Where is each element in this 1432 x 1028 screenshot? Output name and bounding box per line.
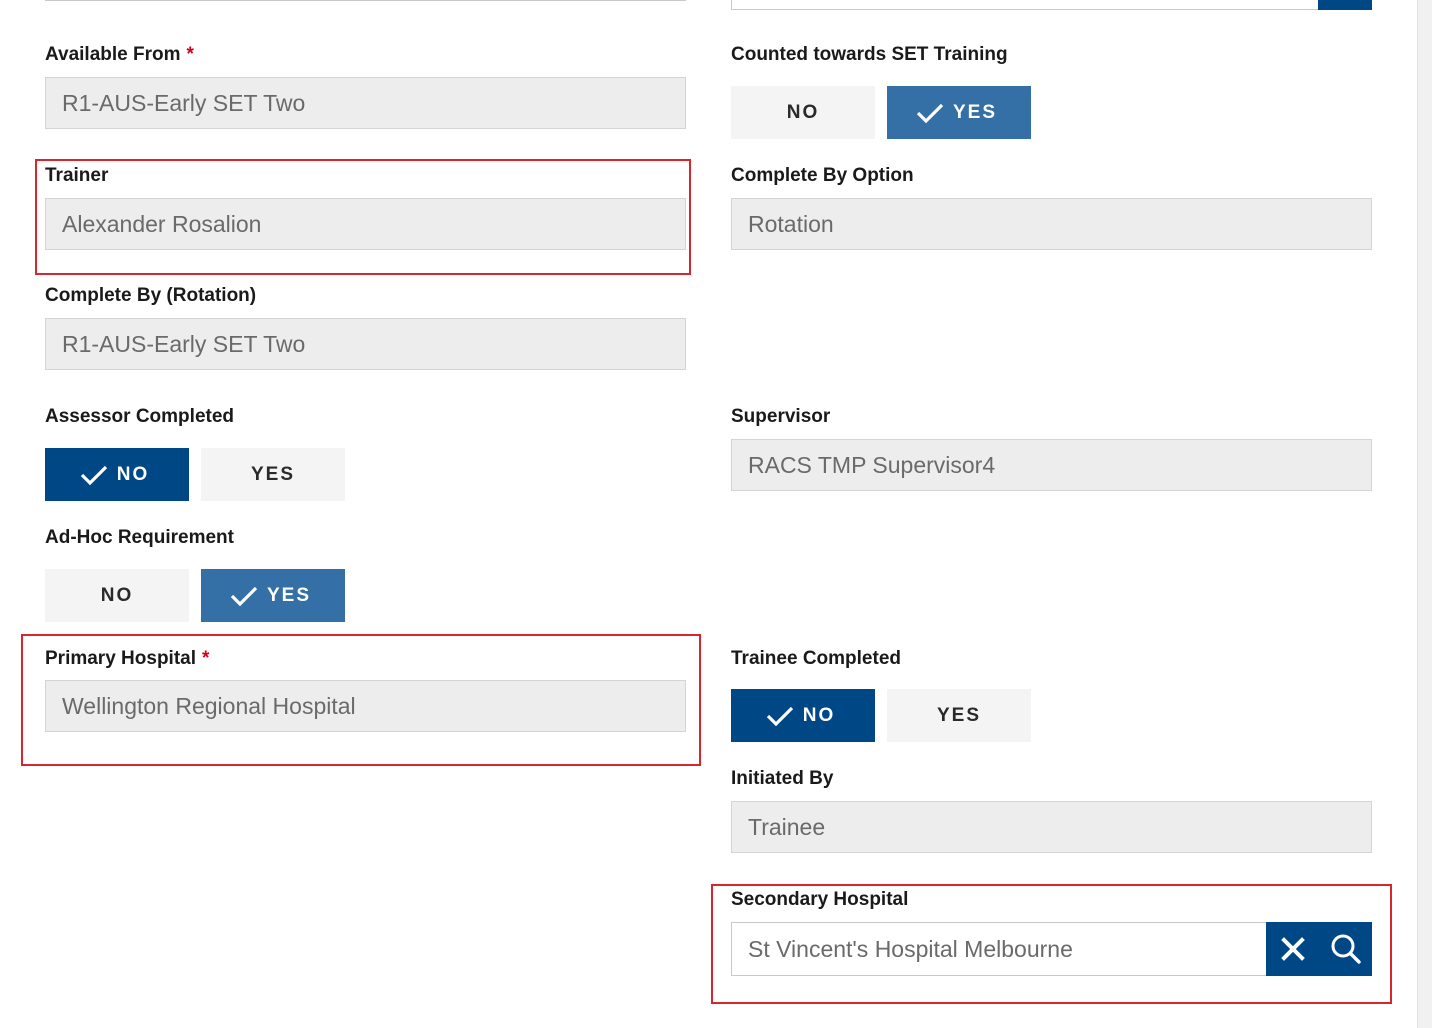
assessor-completed-label: Assessor Completed — [45, 406, 235, 427]
search-icon — [1331, 934, 1361, 964]
search-button[interactable] — [1322, 922, 1370, 976]
complete-by-option-label: Complete By Option — [731, 165, 914, 186]
supervisor-label: Supervisor — [731, 406, 831, 427]
trainer-label: Trainer — [45, 165, 109, 186]
counted-towards-set-no-button[interactable]: NO — [731, 86, 875, 139]
primary-hospital-field: Wellington Regional Hospital — [45, 680, 686, 732]
trainee-completed-yes-button[interactable]: YES — [887, 689, 1031, 742]
adhoc-requirement-label: Ad-Hoc Requirement — [45, 527, 234, 548]
counted-towards-set-yes-label: YES — [952, 101, 998, 123]
initiated-by-field: Trainee — [731, 801, 1372, 853]
counted-towards-set-no-label: NO — [786, 101, 820, 123]
adhoc-requirement-no-label: NO — [100, 584, 134, 606]
supervisor-field: RACS TMP Supervisor4 — [731, 439, 1372, 491]
previous-field-button[interactable] — [1318, 0, 1372, 10]
trainer-field: Alexander Rosalion — [45, 198, 686, 250]
check-icon — [916, 103, 944, 123]
previous-field-left — [45, 0, 686, 1]
trainee-completed-no-label: NO — [802, 704, 836, 726]
assessor-completed-no-label: NO — [116, 463, 150, 485]
previous-field-right — [731, 0, 1372, 10]
check-icon — [766, 706, 793, 726]
complete-by-rotation-field: R1-AUS-Early SET Two — [45, 318, 686, 370]
available-from-field: R1-AUS-Early SET Two — [45, 77, 686, 129]
adhoc-requirement-yes-label: YES — [266, 584, 312, 606]
adhoc-requirement-yes-button[interactable]: YES — [201, 569, 345, 622]
trainee-completed-yes-label: YES — [936, 704, 982, 726]
secondary-hospital-actions — [1266, 922, 1372, 976]
close-icon — [1280, 937, 1305, 961]
counted-towards-set-label: Counted towards SET Training — [731, 44, 1008, 65]
trainee-completed-label: Trainee Completed — [731, 648, 901, 669]
assessor-completed-yes-label: YES — [250, 463, 296, 485]
secondary-hospital-input[interactable]: St Vincent's Hospital Melbourne — [731, 922, 1267, 976]
check-icon — [230, 586, 258, 606]
trainee-completed-no-button[interactable]: NO — [731, 689, 875, 742]
clear-button[interactable] — [1269, 922, 1317, 976]
complete-by-option-field: Rotation — [731, 198, 1372, 250]
complete-by-rotation-label: Complete By (Rotation) — [45, 285, 257, 306]
available-from-label: Available From * — [45, 44, 194, 65]
adhoc-requirement-no-button[interactable]: NO — [45, 569, 189, 622]
scrollbar[interactable] — [1417, 0, 1432, 1028]
check-icon — [80, 465, 107, 485]
counted-towards-set-yes-button[interactable]: YES — [887, 86, 1031, 139]
assessor-completed-yes-button[interactable]: YES — [201, 448, 345, 501]
secondary-hospital-label: Secondary Hospital — [731, 889, 909, 910]
assessor-completed-no-button[interactable]: NO — [45, 448, 189, 501]
primary-hospital-label: Primary Hospital * — [45, 648, 210, 669]
initiated-by-label: Initiated By — [731, 768, 834, 789]
